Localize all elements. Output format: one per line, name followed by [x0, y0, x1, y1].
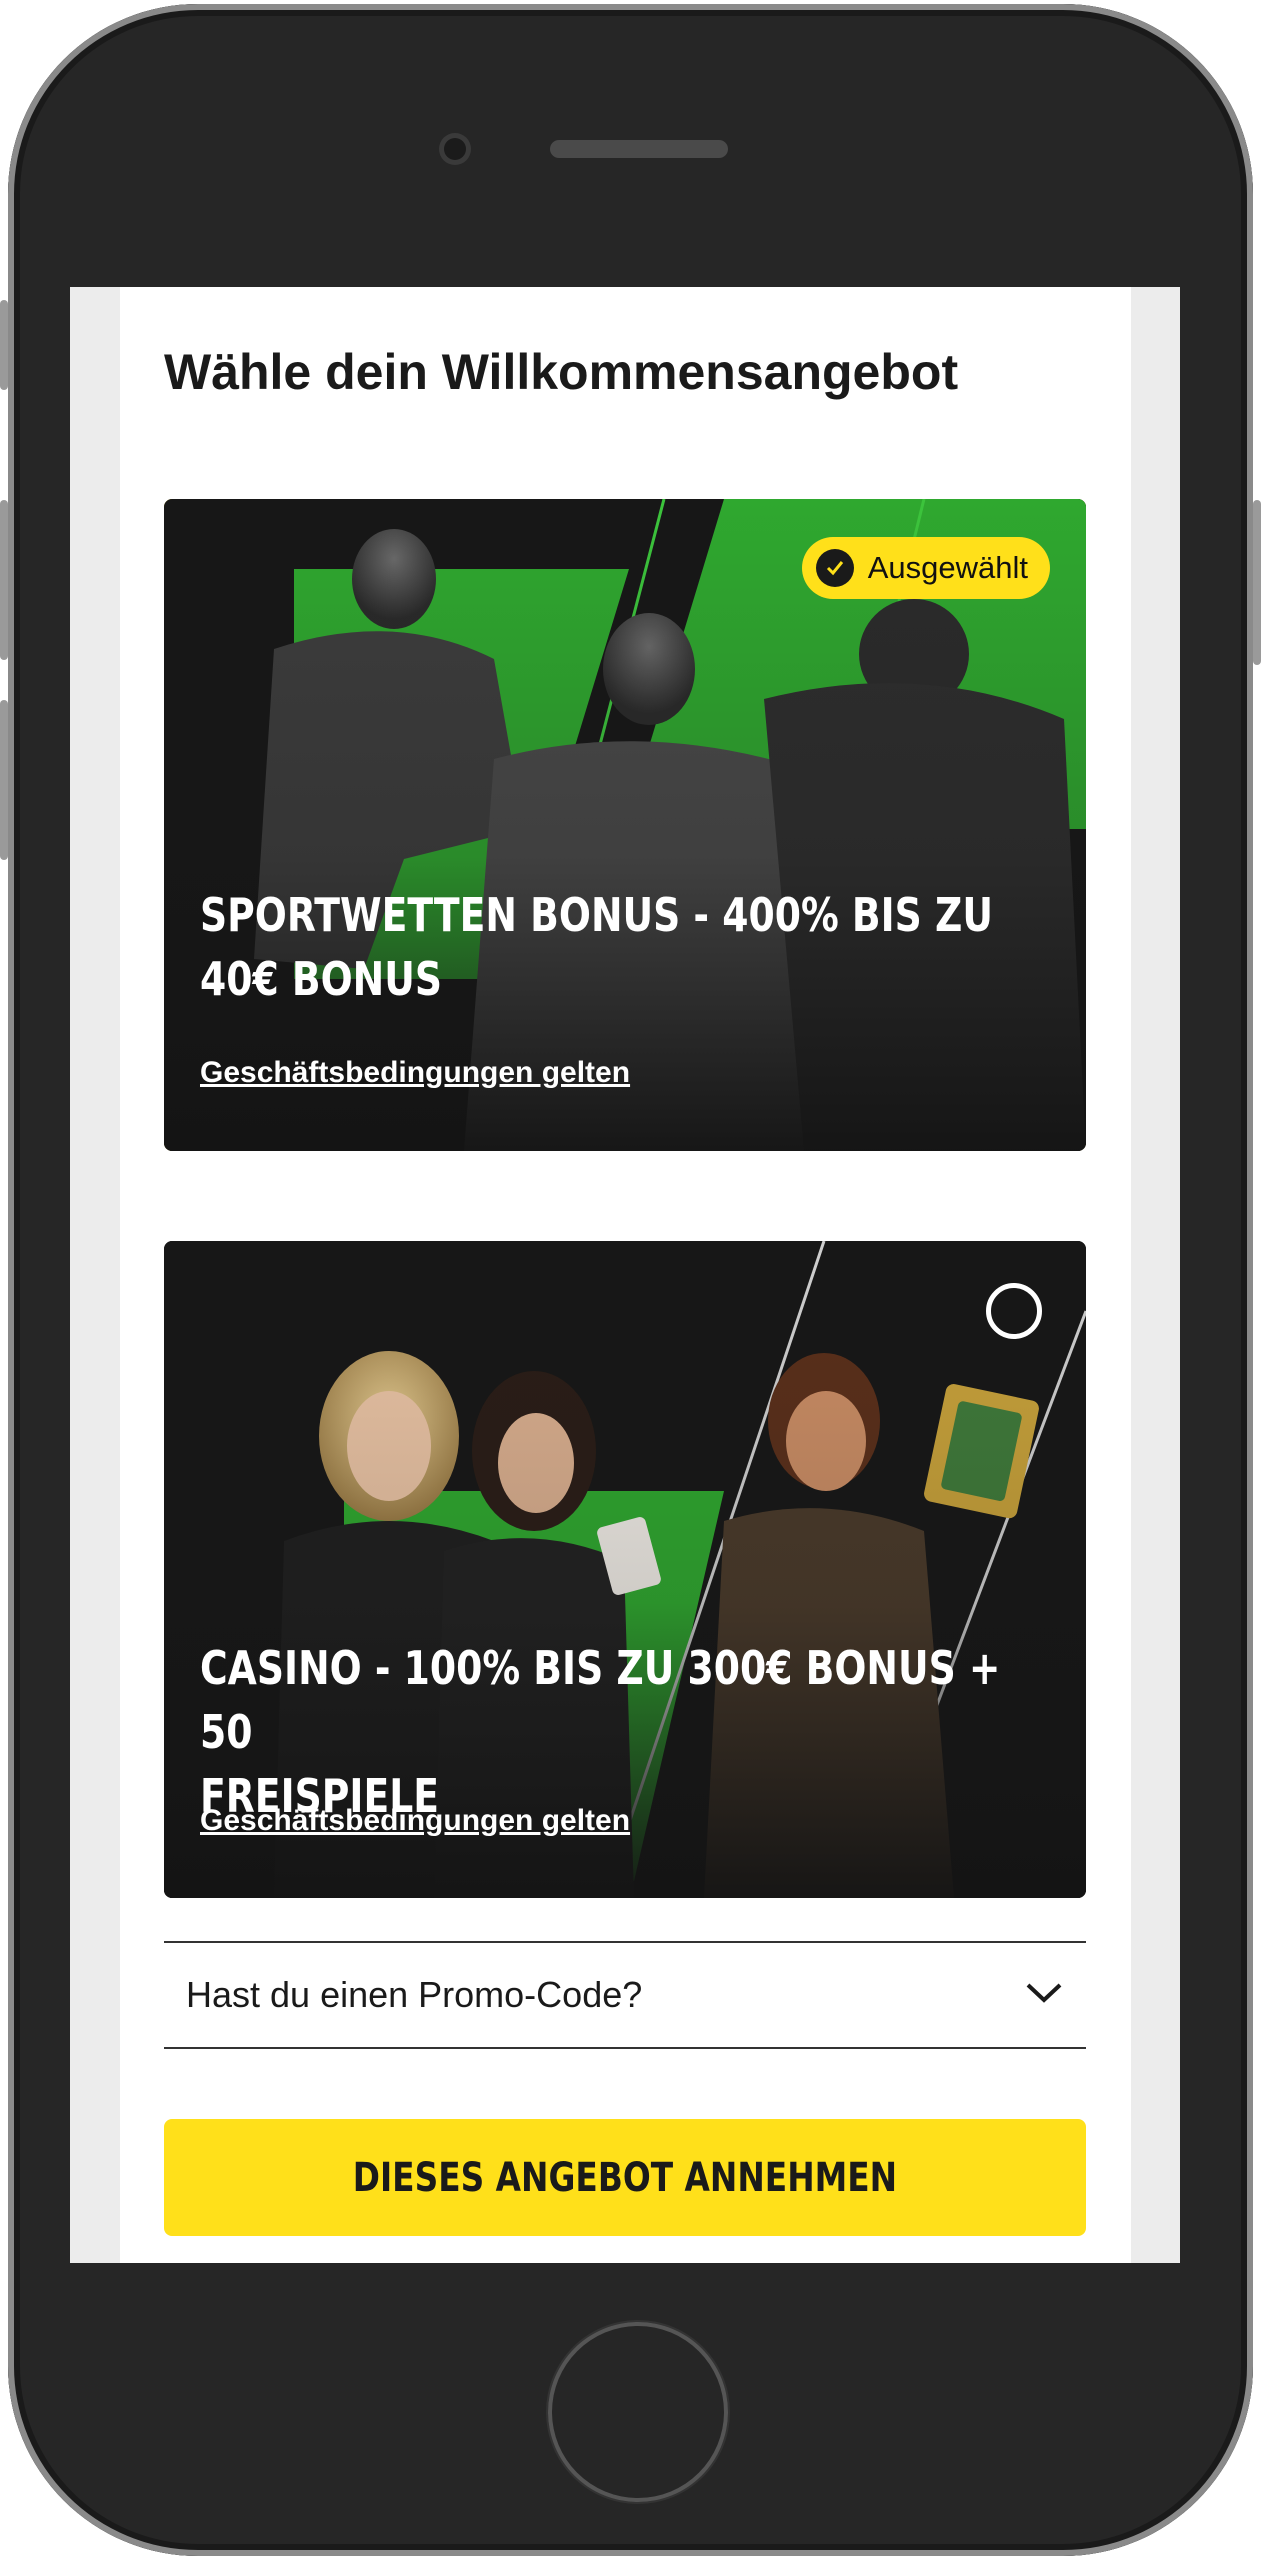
offer-card-sports[interactable]: Ausgewählt SPORTWETTEN BONUS - 400% BIS … — [164, 499, 1086, 1151]
offer-headline: CASINO - 100% BIS ZU 300€ BONUS + 50 FRE… — [200, 1636, 1061, 1828]
chevron-down-icon — [1024, 1981, 1064, 2010]
selected-badge-label: Ausgewählt — [867, 550, 1028, 585]
promo-code-toggle[interactable]: Hast du einen Promo-Code? — [164, 1941, 1086, 2049]
home-button[interactable] — [548, 2322, 728, 2502]
offer-headline-line-1: CASINO - 100% BIS ZU 300€ BONUS + 50 — [200, 1641, 1001, 1759]
volume-down-button — [0, 700, 8, 860]
page-title: Wähle dein Willkommensangebot — [164, 344, 959, 400]
power-button — [1253, 500, 1261, 665]
volume-up-button — [0, 500, 8, 660]
selected-badge: Ausgewählt — [801, 537, 1050, 599]
promo-code-label: Hast du einen Promo-Code? — [186, 1974, 643, 2015]
checkmark-icon — [815, 549, 854, 587]
offer-headline-line-1: SPORTWETTEN BONUS - 400% BIS ZU — [200, 888, 993, 942]
earpiece-speaker — [550, 140, 728, 158]
offer-radio-unselected[interactable] — [986, 1283, 1042, 1339]
accept-offer-button-label: DIESES ANGEBOT ANNEHMEN — [352, 2154, 898, 2201]
terms-link[interactable]: Geschäftsbedingungen gelten — [200, 1804, 630, 1838]
offer-selection-panel: Wähle dein Willkommensangebot Ausgewählt… — [120, 287, 1131, 2263]
offer-headline: SPORTWETTEN BONUS - 400% BIS ZU 40€ BONU… — [200, 883, 1061, 1011]
mute-switch — [0, 300, 8, 390]
offer-card-casino[interactable]: CASINO - 100% BIS ZU 300€ BONUS + 50 FRE… — [164, 1241, 1086, 1898]
offer-headline-line-2: 40€ BONUS — [200, 952, 443, 1006]
accept-offer-button[interactable]: DIESES ANGEBOT ANNEHMEN — [164, 2119, 1086, 2236]
terms-link[interactable]: Geschäftsbedingungen gelten — [200, 1056, 630, 1090]
front-camera — [444, 138, 466, 160]
screen: Wähle dein Willkommensangebot Ausgewählt… — [70, 287, 1180, 2263]
